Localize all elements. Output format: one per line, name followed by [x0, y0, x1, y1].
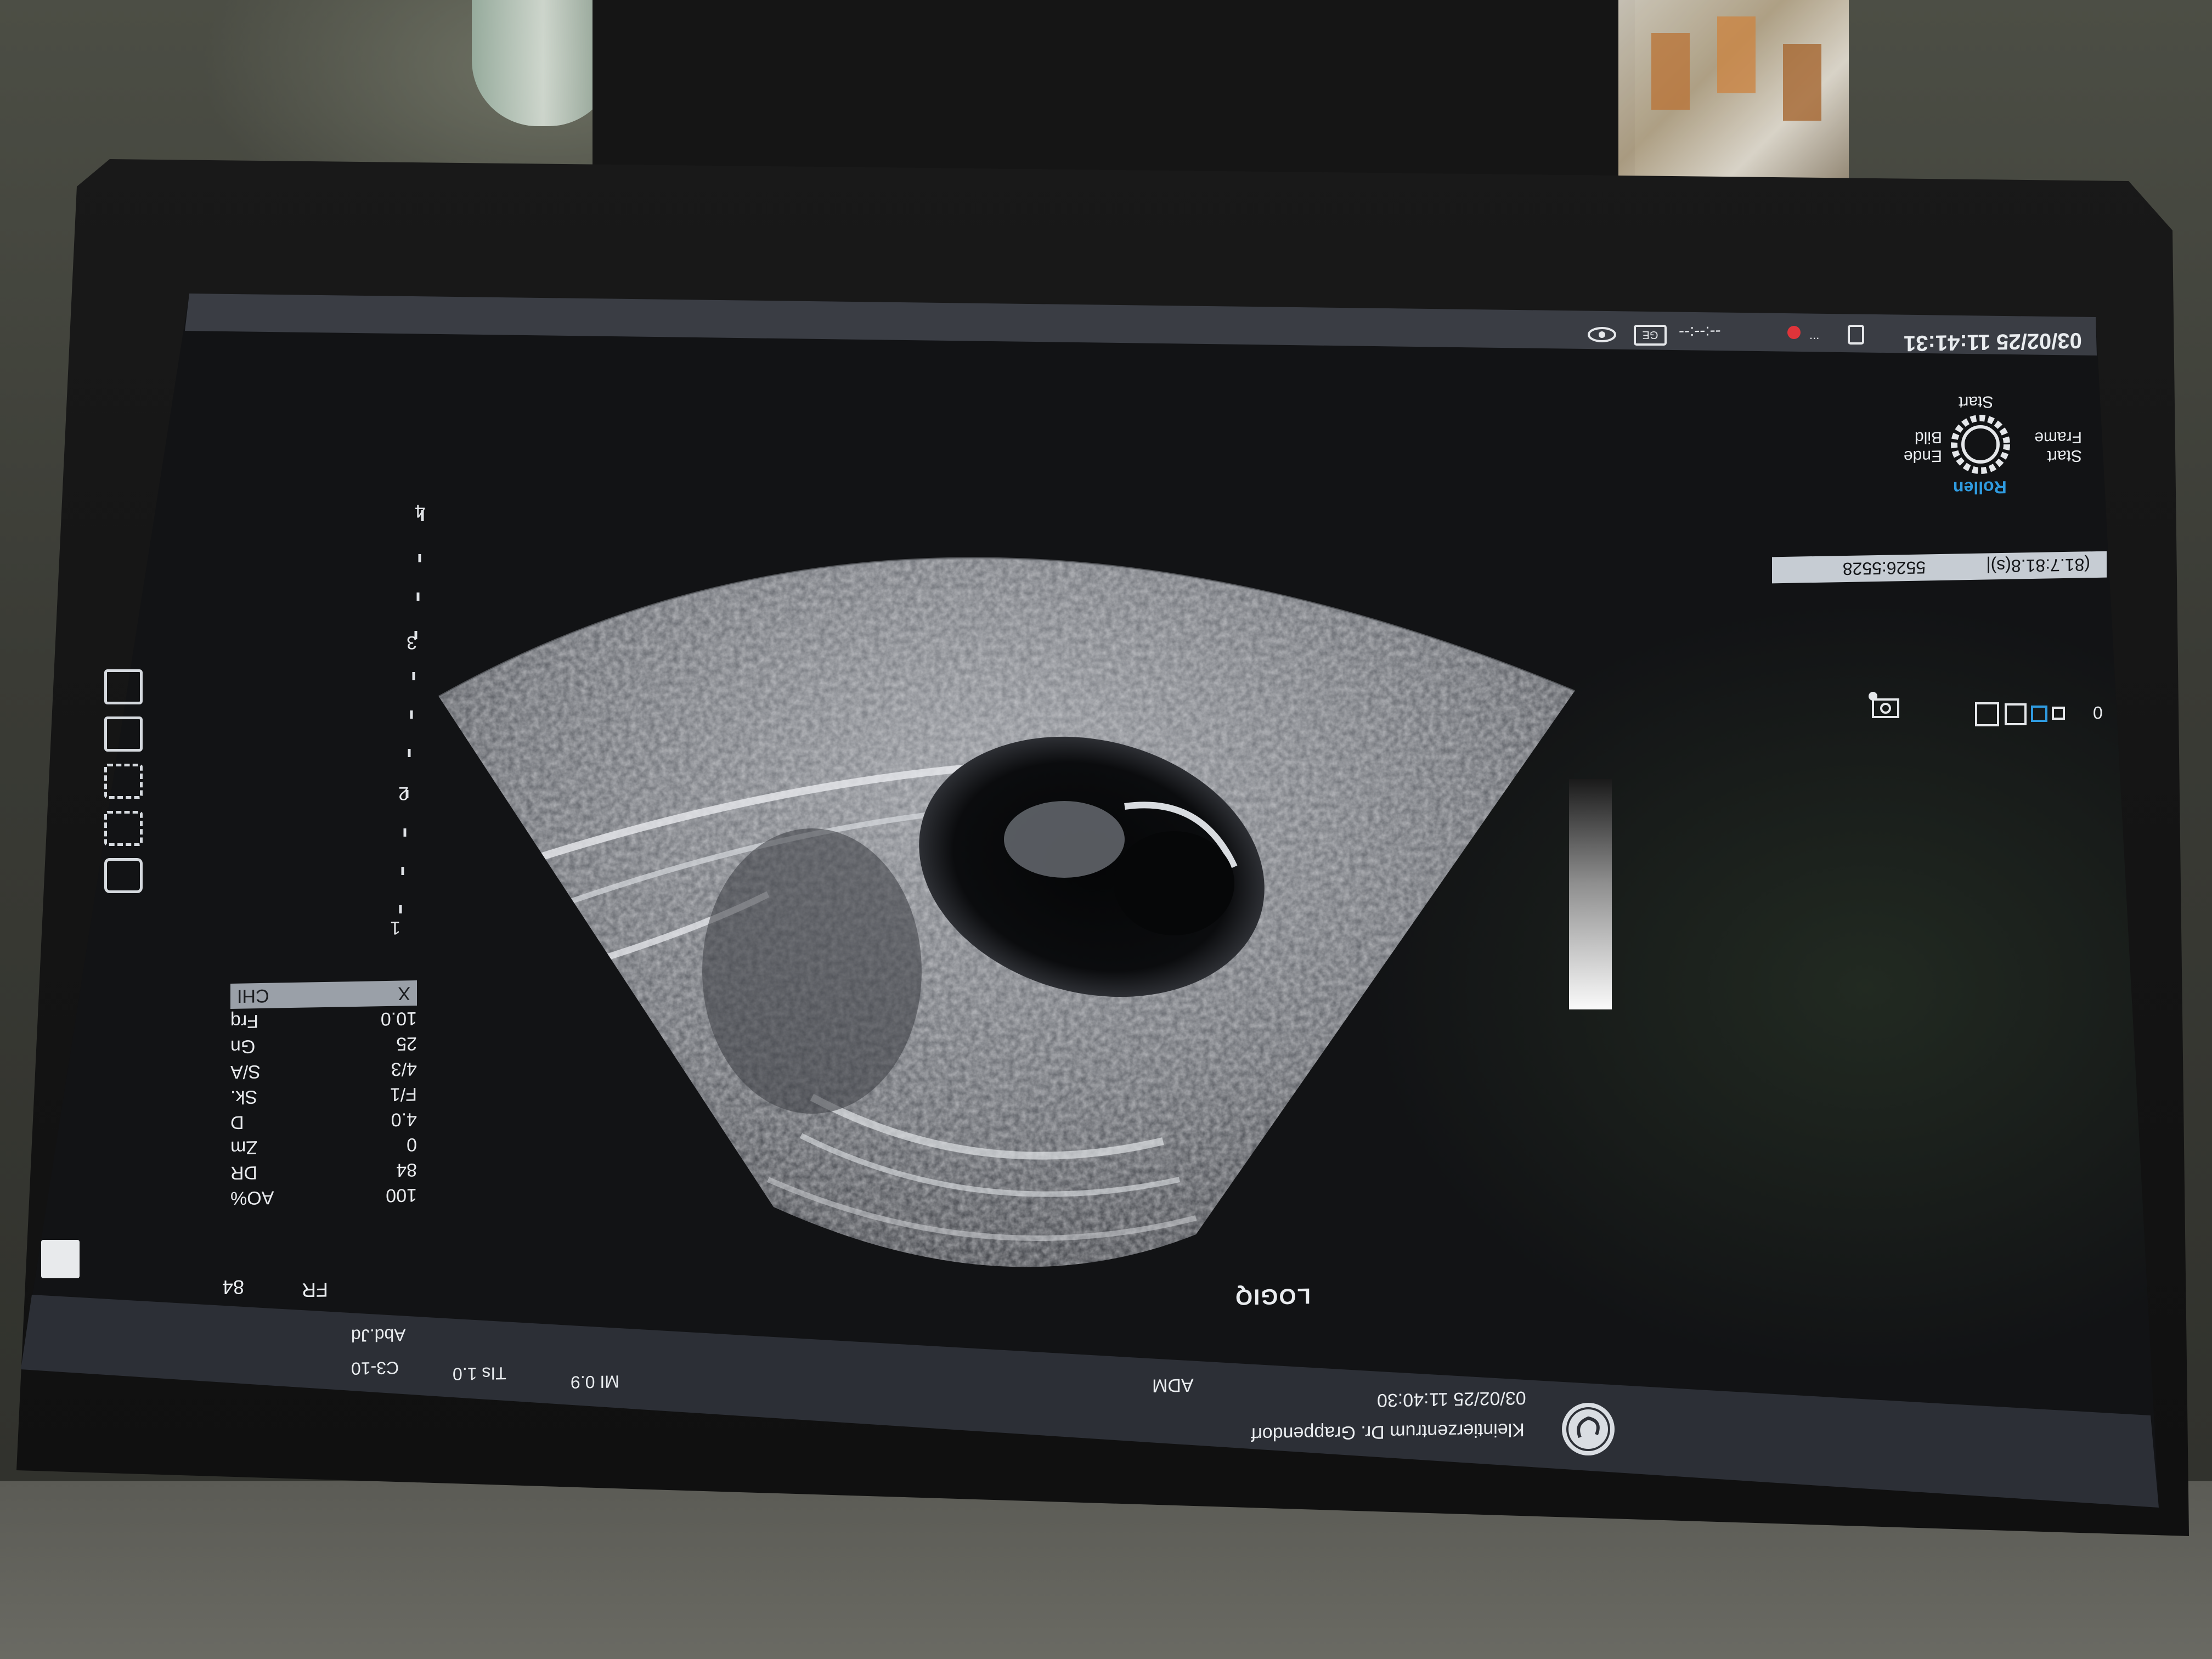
- depth-scale: 1 2 3 4: [390, 500, 425, 938]
- record-icon[interactable]: ...: [1787, 326, 1819, 342]
- layout-dual-icon[interactable]: [2005, 703, 2027, 725]
- frame-icon[interactable]: [104, 858, 143, 893]
- svg-text:...: ...: [1809, 328, 1819, 342]
- footer-mi: MI 0.9: [571, 1372, 619, 1392]
- grid-add-icon[interactable]: [104, 764, 143, 799]
- probe-icon[interactable]: [1848, 325, 1864, 345]
- camera-icon[interactable]: [104, 669, 143, 704]
- eye-icon[interactable]: [1588, 327, 1616, 342]
- home-button[interactable]: [41, 1240, 80, 1278]
- background-cabinet: [592, 0, 1635, 181]
- cine-frames: 5526:5528: [1842, 557, 1926, 579]
- param-row-chi: X CHI: [230, 980, 417, 1009]
- side-toolbar: [104, 669, 154, 905]
- param-row-gn: 25 Gn: [230, 1033, 417, 1057]
- layout-small-icon[interactable]: [2052, 707, 2065, 720]
- fr-label: FR: [302, 1278, 328, 1302]
- view-zero-label: 0: [2093, 702, 2103, 723]
- rollen-start-frame: Start Frame: [2034, 428, 2082, 466]
- footer-acquired: 03/02/25 11:40:30: [1377, 1387, 1526, 1411]
- param-row-dr: 84 DR: [230, 1159, 417, 1183]
- depth-label-2: 2: [398, 783, 409, 804]
- rollen-ende-bild: Ende Bild: [1903, 428, 1942, 466]
- grid-icon[interactable]: [104, 811, 143, 846]
- ge-icon[interactable]: GE: [1634, 325, 1667, 346]
- param-row-frq: 10.0 Frq: [230, 1008, 417, 1032]
- cine-time: (81.7:81.8(s)|: [1986, 555, 2090, 577]
- snapshot-icon[interactable]: [1865, 689, 1904, 721]
- fr-value: 84: [222, 1276, 245, 1299]
- status-icons: GE ...: [1588, 325, 1864, 346]
- layout-single-icon[interactable]: [1975, 702, 1999, 726]
- swap-icon[interactable]: [104, 716, 143, 752]
- layout-active-icon[interactable]: [2031, 706, 2047, 722]
- imaging-parameters: 100 AO% 84 DR 0 Zm 4.0 D F/1 Sk. 4/3 S/A 25 Gn …: [230, 980, 417, 1211]
- rollen-control[interactable]: Rollen Start Frame Ende Bild Start: [1882, 384, 2101, 527]
- param-row-sa: 4/3 S/A: [230, 1058, 417, 1082]
- footer-mode: ADM: [1152, 1374, 1194, 1396]
- depth-label-4: 4: [415, 500, 425, 521]
- ge-monogram-icon: [1562, 1403, 1615, 1455]
- footer-tis: TIs 1.0: [453, 1363, 506, 1384]
- depth-label-3: 3: [407, 632, 417, 653]
- svg-text:GE: GE: [1643, 329, 1658, 341]
- param-row-zm: 0 Zm: [230, 1134, 417, 1158]
- logiq-logo: LOGIQ: [1234, 1283, 1311, 1310]
- param-row-sk: F/1 Sk.: [230, 1084, 417, 1108]
- footer-preset: Abd.Jd: [351, 1325, 406, 1346]
- ultrasound-sector-image: [438, 557, 1575, 1267]
- param-row-aop: 100 AO%: [230, 1184, 417, 1209]
- footer-probe: C3-10: [351, 1358, 399, 1379]
- background-supplies: [1618, 0, 1849, 181]
- param-row-d: 4.0 D: [230, 1109, 417, 1133]
- rollen-start: Start: [1959, 392, 1994, 411]
- depth-label-1: 1: [390, 917, 400, 938]
- status-datetime: 03/02/25 11:41:31: [1904, 328, 2082, 356]
- rollen-title: Rollen: [1953, 477, 2007, 498]
- view-layout-selector[interactable]: 0: [1970, 697, 2112, 730]
